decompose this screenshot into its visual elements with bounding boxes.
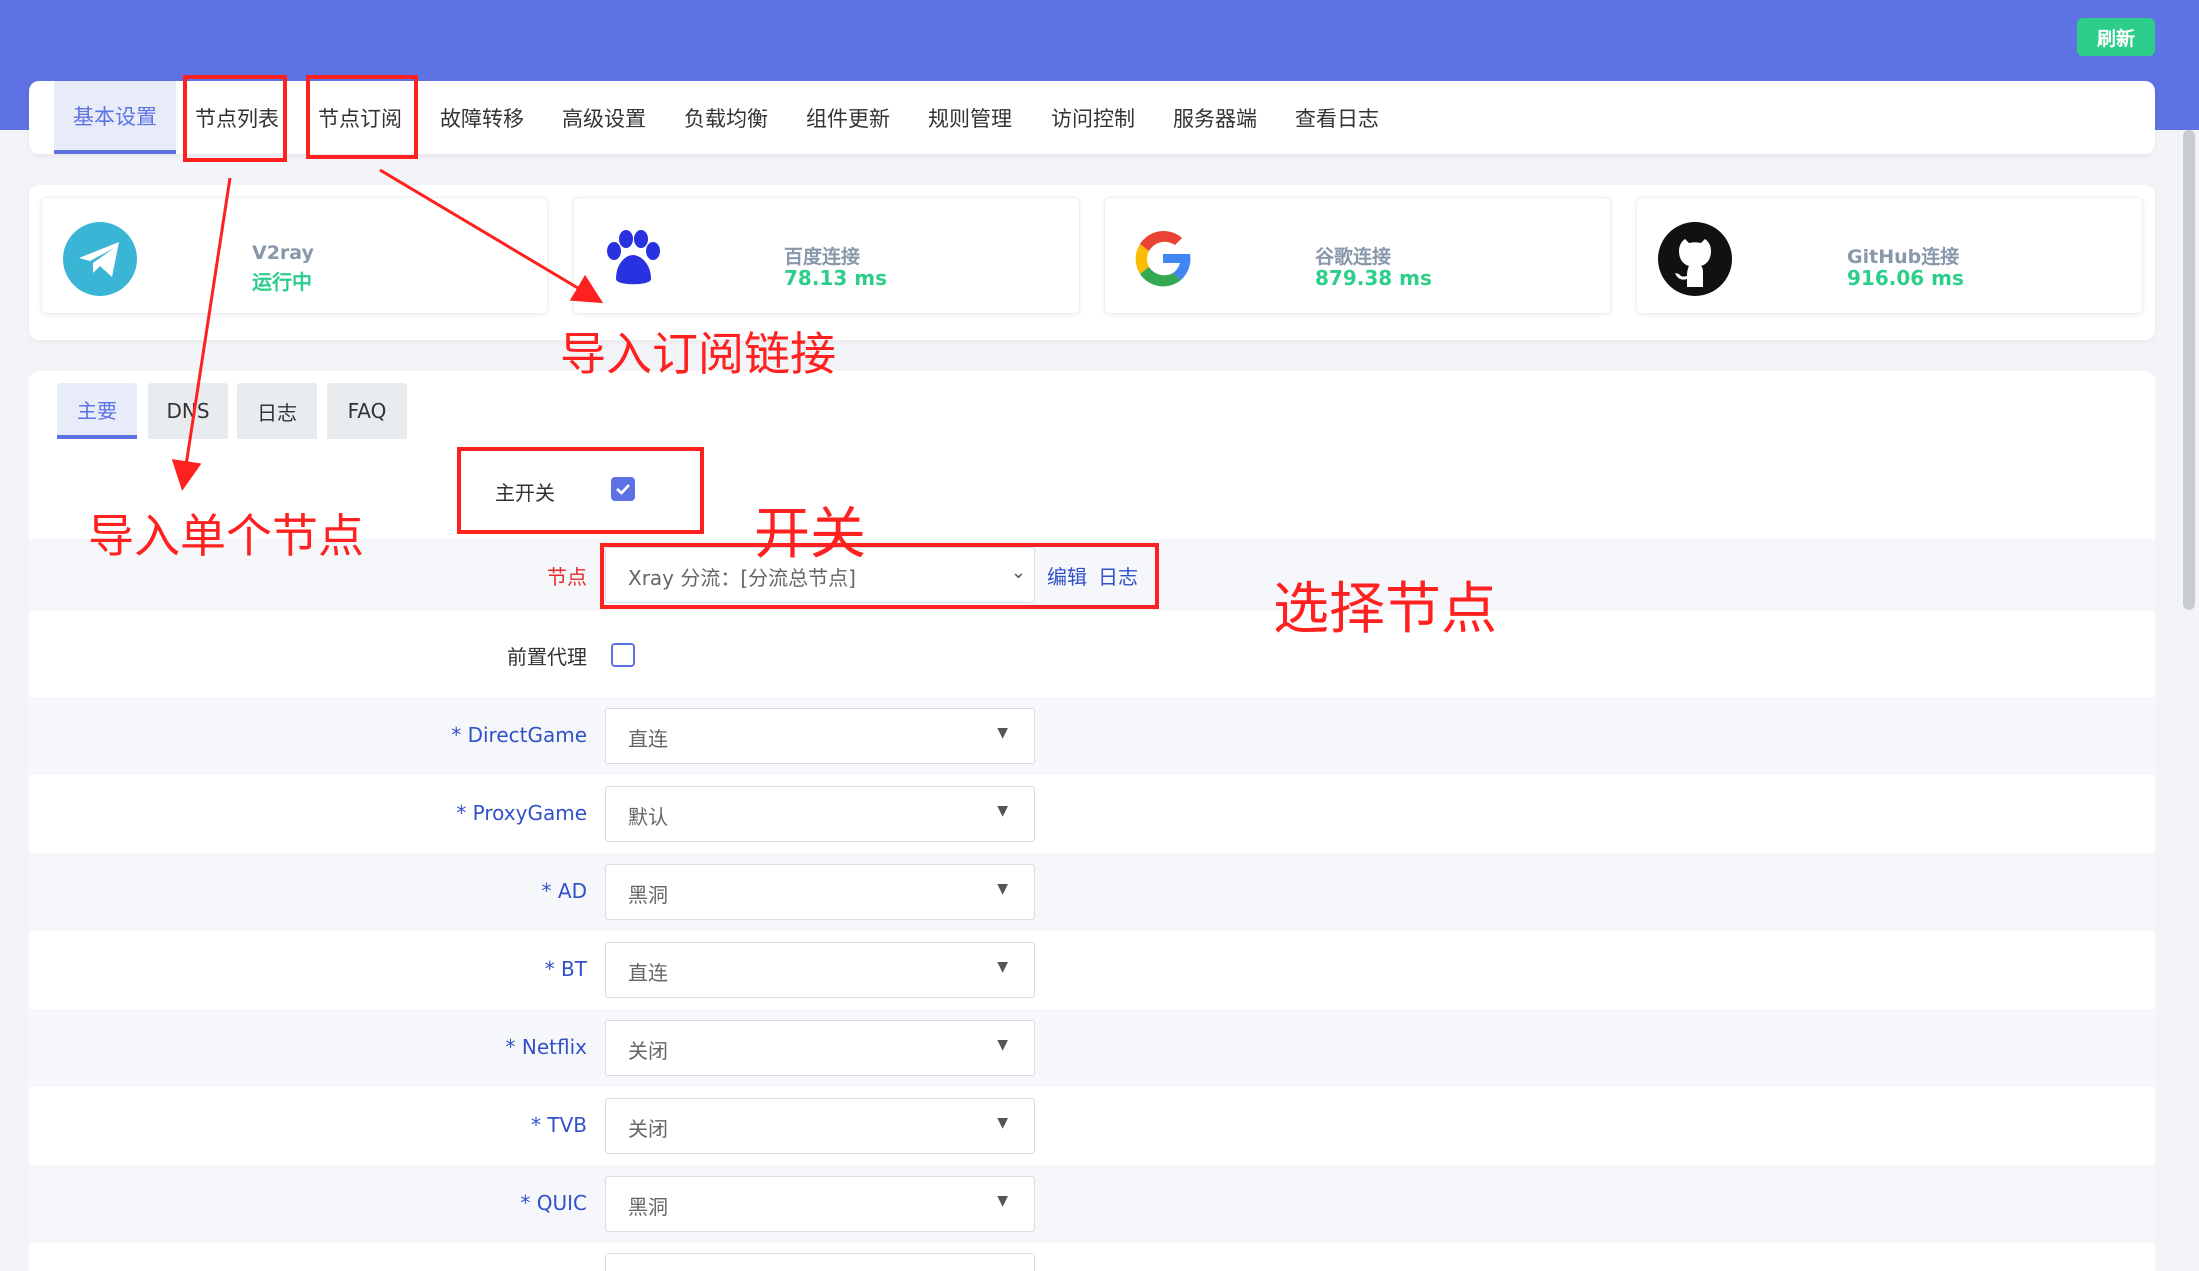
annotation-import-single-node: 导入单个节点 — [88, 509, 364, 563]
annotation-select-node: 选择节点 — [1273, 577, 1497, 642]
annotation-import-subscription: 导入订阅链接 — [560, 327, 836, 381]
annotation-arrows — [171, 168, 604, 491]
arrow-to-import-single-node — [171, 177, 232, 491]
arrow-to-import-subscription — [379, 168, 604, 304]
annotation-switch: 开关 — [754, 502, 866, 567]
